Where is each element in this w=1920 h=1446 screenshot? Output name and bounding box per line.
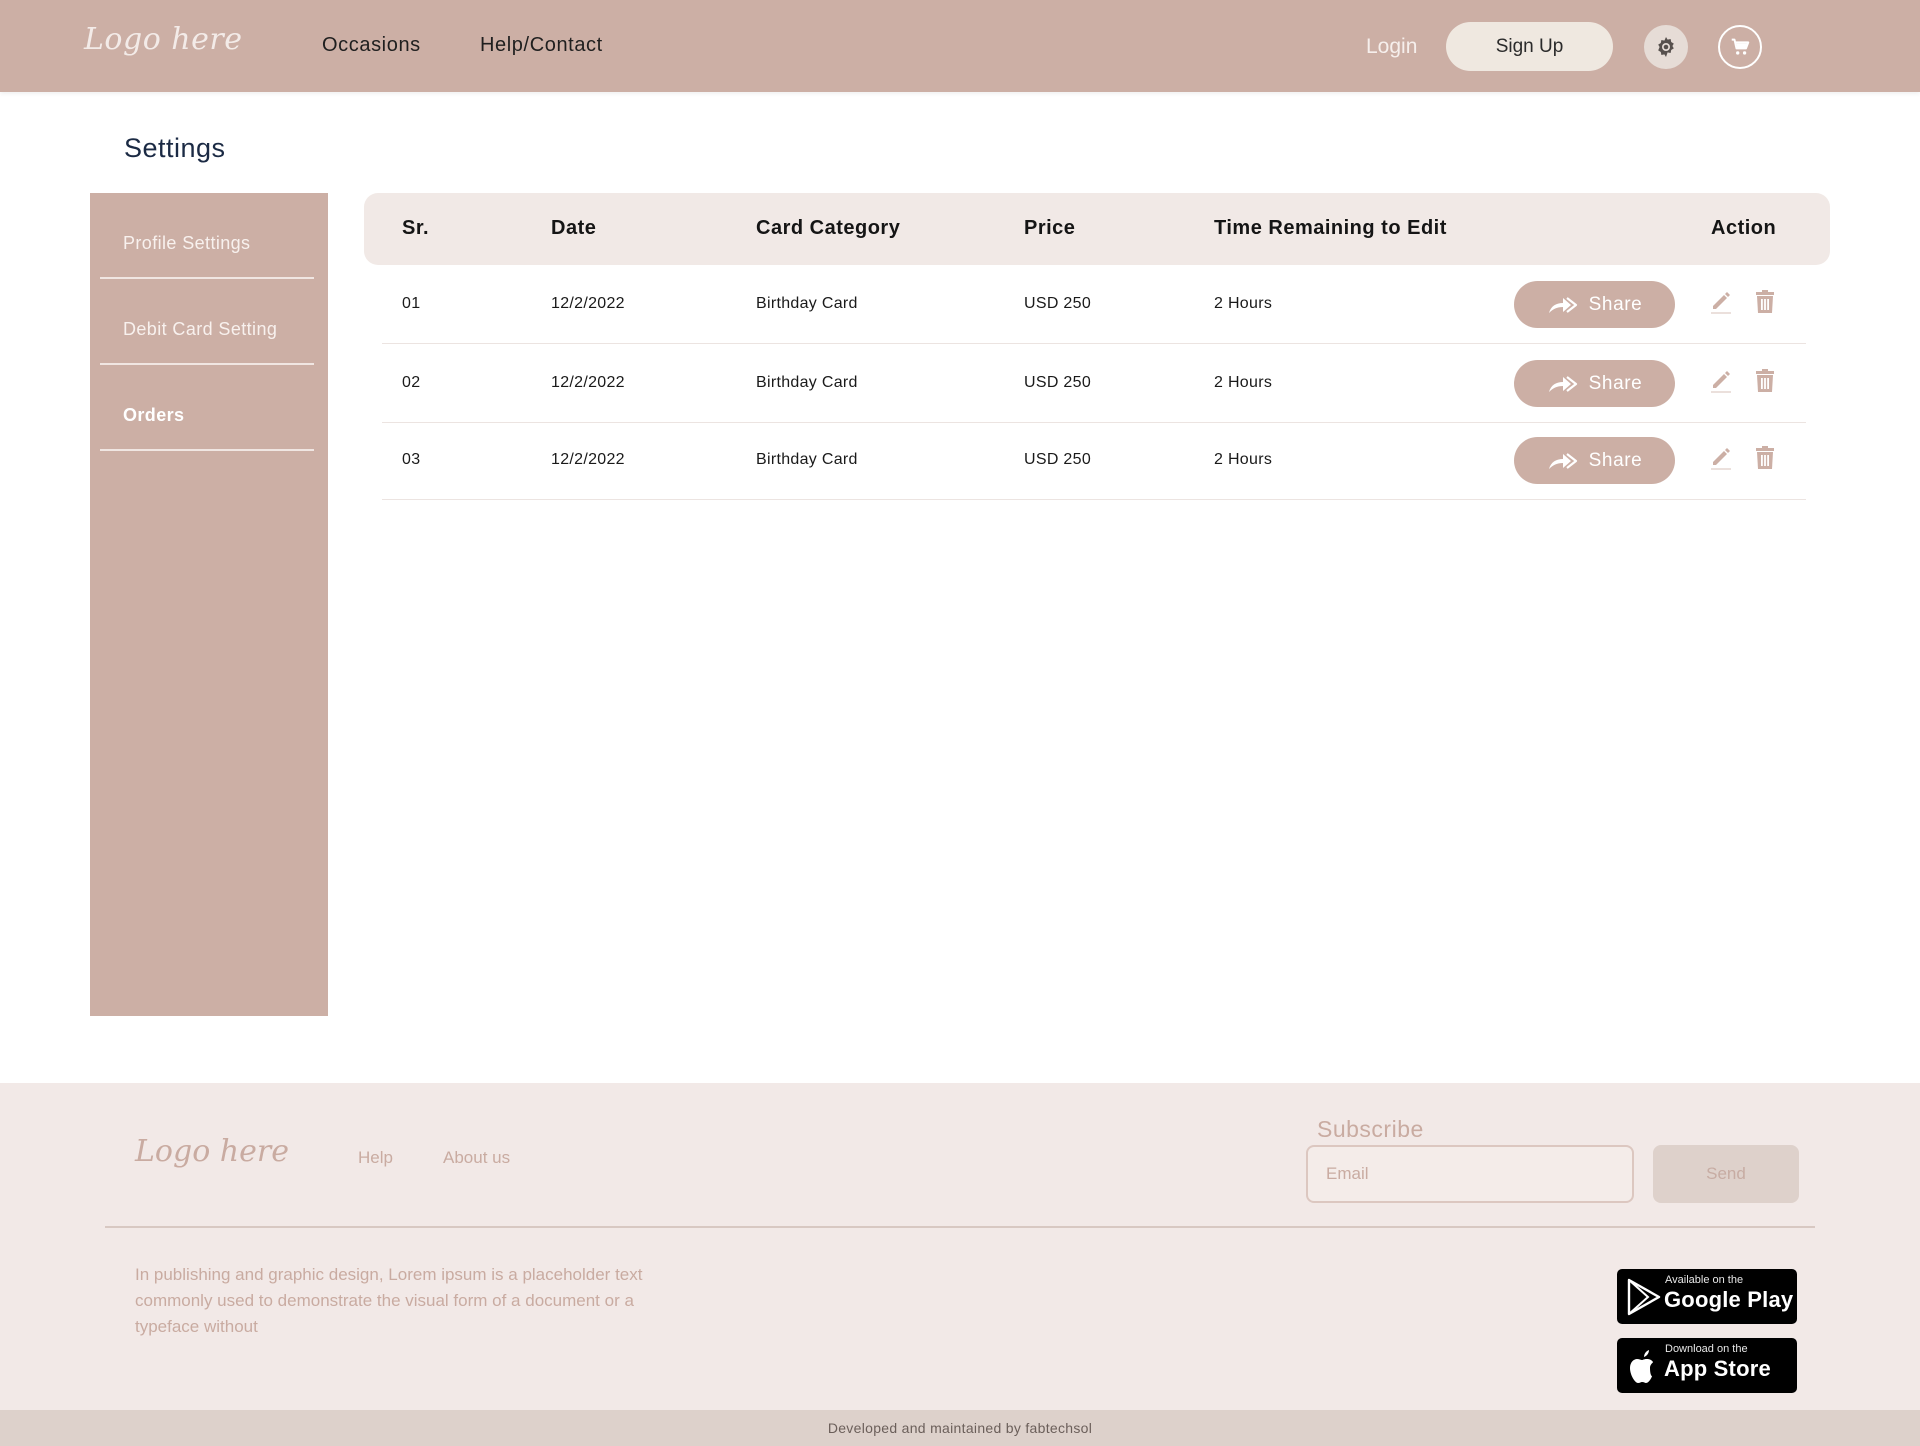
orders-table-header: Sr. Date Card Category Price Time Remain…: [364, 193, 1830, 265]
trash-icon: [1756, 290, 1774, 313]
cell-date: 12/2/2022: [551, 451, 625, 468]
trash-icon: [1756, 446, 1774, 469]
cell-category: Birthday Card: [756, 374, 858, 391]
footer-link-help[interactable]: Help: [358, 1148, 393, 1168]
shopping-cart-icon: [1731, 38, 1750, 55]
table-row: 02 12/2/2022 Birthday Card USD 250 2 Hou…: [382, 344, 1806, 423]
table-row: 01 12/2/2022 Birthday Card USD 250 2 Hou…: [382, 265, 1806, 344]
sidebar-item-label: Debit Card Setting: [123, 319, 278, 339]
gear-icon: [1658, 37, 1674, 57]
send-button[interactable]: Send: [1653, 1145, 1799, 1203]
subscribe-title: Subscribe: [1317, 1116, 1424, 1142]
top-navbar: Logo here Occasions Help/Contact Login S…: [0, 0, 1920, 92]
edit-icon[interactable]: [1706, 443, 1736, 473]
cell-category: Birthday Card: [756, 295, 858, 312]
page-title: Settings: [124, 133, 226, 163]
share-arrow-icon: [1548, 452, 1577, 469]
cell-category: Birthday Card: [756, 451, 858, 468]
share-arrow-icon: [1548, 375, 1577, 392]
share-arrow-icon: [1548, 296, 1577, 313]
share-label: Share: [1588, 449, 1643, 471]
share-button[interactable]: Share: [1514, 437, 1675, 484]
apple-icon: [1630, 1350, 1653, 1383]
credit-bar: Developed and maintained by fabtechsol: [0, 1410, 1920, 1446]
settings-icon[interactable]: [1644, 25, 1688, 69]
signup-button[interactable]: Sign Up: [1446, 22, 1613, 71]
email-field[interactable]: [1306, 1145, 1634, 1203]
edit-icon[interactable]: [1706, 366, 1736, 396]
cell-price: USD 250: [1024, 295, 1092, 312]
share-button[interactable]: Share: [1514, 281, 1675, 328]
edit-icon[interactable]: [1706, 287, 1736, 317]
cell-time-remaining: 2 Hours: [1214, 451, 1273, 468]
column-header-price: Price: [1024, 217, 1076, 239]
cart-icon[interactable]: [1718, 25, 1762, 69]
google-play-badge[interactable]: Available on the Google Play: [1617, 1269, 1797, 1324]
cell-date: 12/2/2022: [551, 374, 625, 391]
share-label: Share: [1588, 293, 1643, 315]
footer: Logo here Help About us Subscribe Send I…: [0, 1083, 1920, 1410]
nav-help-contact[interactable]: Help/Contact: [480, 34, 603, 57]
sidebar-item-orders[interactable]: Orders: [100, 365, 314, 451]
footer-link-about-us[interactable]: About us: [443, 1148, 510, 1168]
share-label: Share: [1588, 372, 1643, 394]
column-header-date: Date: [551, 217, 597, 239]
pencil-icon: [1711, 371, 1731, 393]
delete-icon[interactable]: [1750, 287, 1780, 317]
footer-logo[interactable]: Logo here: [135, 1134, 289, 1169]
column-header-time-remaining: Time Remaining to Edit: [1214, 217, 1447, 239]
sidebar-item-label: Profile Settings: [123, 233, 251, 253]
google-play-icon: [1627, 1278, 1661, 1316]
credit-text: Developed and maintained by fabtechsol: [827, 1420, 1093, 1436]
table-row: 03 12/2/2022 Birthday Card USD 250 2 Hou…: [382, 421, 1806, 500]
column-header-action: Action: [1711, 217, 1777, 239]
share-button[interactable]: Share: [1514, 360, 1675, 407]
sidebar-item-debit-card-setting[interactable]: Debit Card Setting: [100, 279, 314, 365]
cell-price: USD 250: [1024, 374, 1092, 391]
app-store-badge[interactable]: Download on the App Store: [1617, 1338, 1797, 1393]
sidebar-item-label: Orders: [123, 405, 185, 425]
app-store-big-text: App Store: [1664, 1356, 1771, 1381]
google-play-small-text: Available on the: [1665, 1274, 1744, 1286]
login-link[interactable]: Login: [1366, 35, 1417, 59]
header-logo[interactable]: Logo here: [84, 22, 242, 57]
settings-sidebar: Profile Settings Debit Card Setting Orde…: [90, 193, 328, 1016]
cell-sr: 03: [402, 451, 421, 468]
delete-icon[interactable]: [1750, 443, 1780, 473]
cell-time-remaining: 2 Hours: [1214, 295, 1273, 312]
cell-price: USD 250: [1024, 451, 1092, 468]
cell-sr: 01: [402, 295, 421, 312]
cell-sr: 02: [402, 374, 421, 391]
trash-icon: [1756, 369, 1774, 392]
column-header-card-category: Card Category: [756, 217, 901, 239]
column-header-sr: Sr.: [402, 217, 430, 239]
app-store-small-text: Download on the: [1665, 1343, 1748, 1355]
footer-description: In publishing and graphic design, Lorem …: [135, 1265, 643, 1336]
google-play-big-text: Google Play: [1664, 1287, 1794, 1312]
pencil-icon: [1711, 448, 1731, 470]
nav-occasions[interactable]: Occasions: [322, 34, 421, 57]
pencil-icon: [1711, 292, 1731, 314]
cell-time-remaining: 2 Hours: [1214, 374, 1273, 391]
sidebar-item-profile-settings[interactable]: Profile Settings: [100, 193, 314, 279]
delete-icon[interactable]: [1750, 366, 1780, 396]
cell-date: 12/2/2022: [551, 295, 625, 312]
footer-divider: [105, 1226, 1815, 1228]
